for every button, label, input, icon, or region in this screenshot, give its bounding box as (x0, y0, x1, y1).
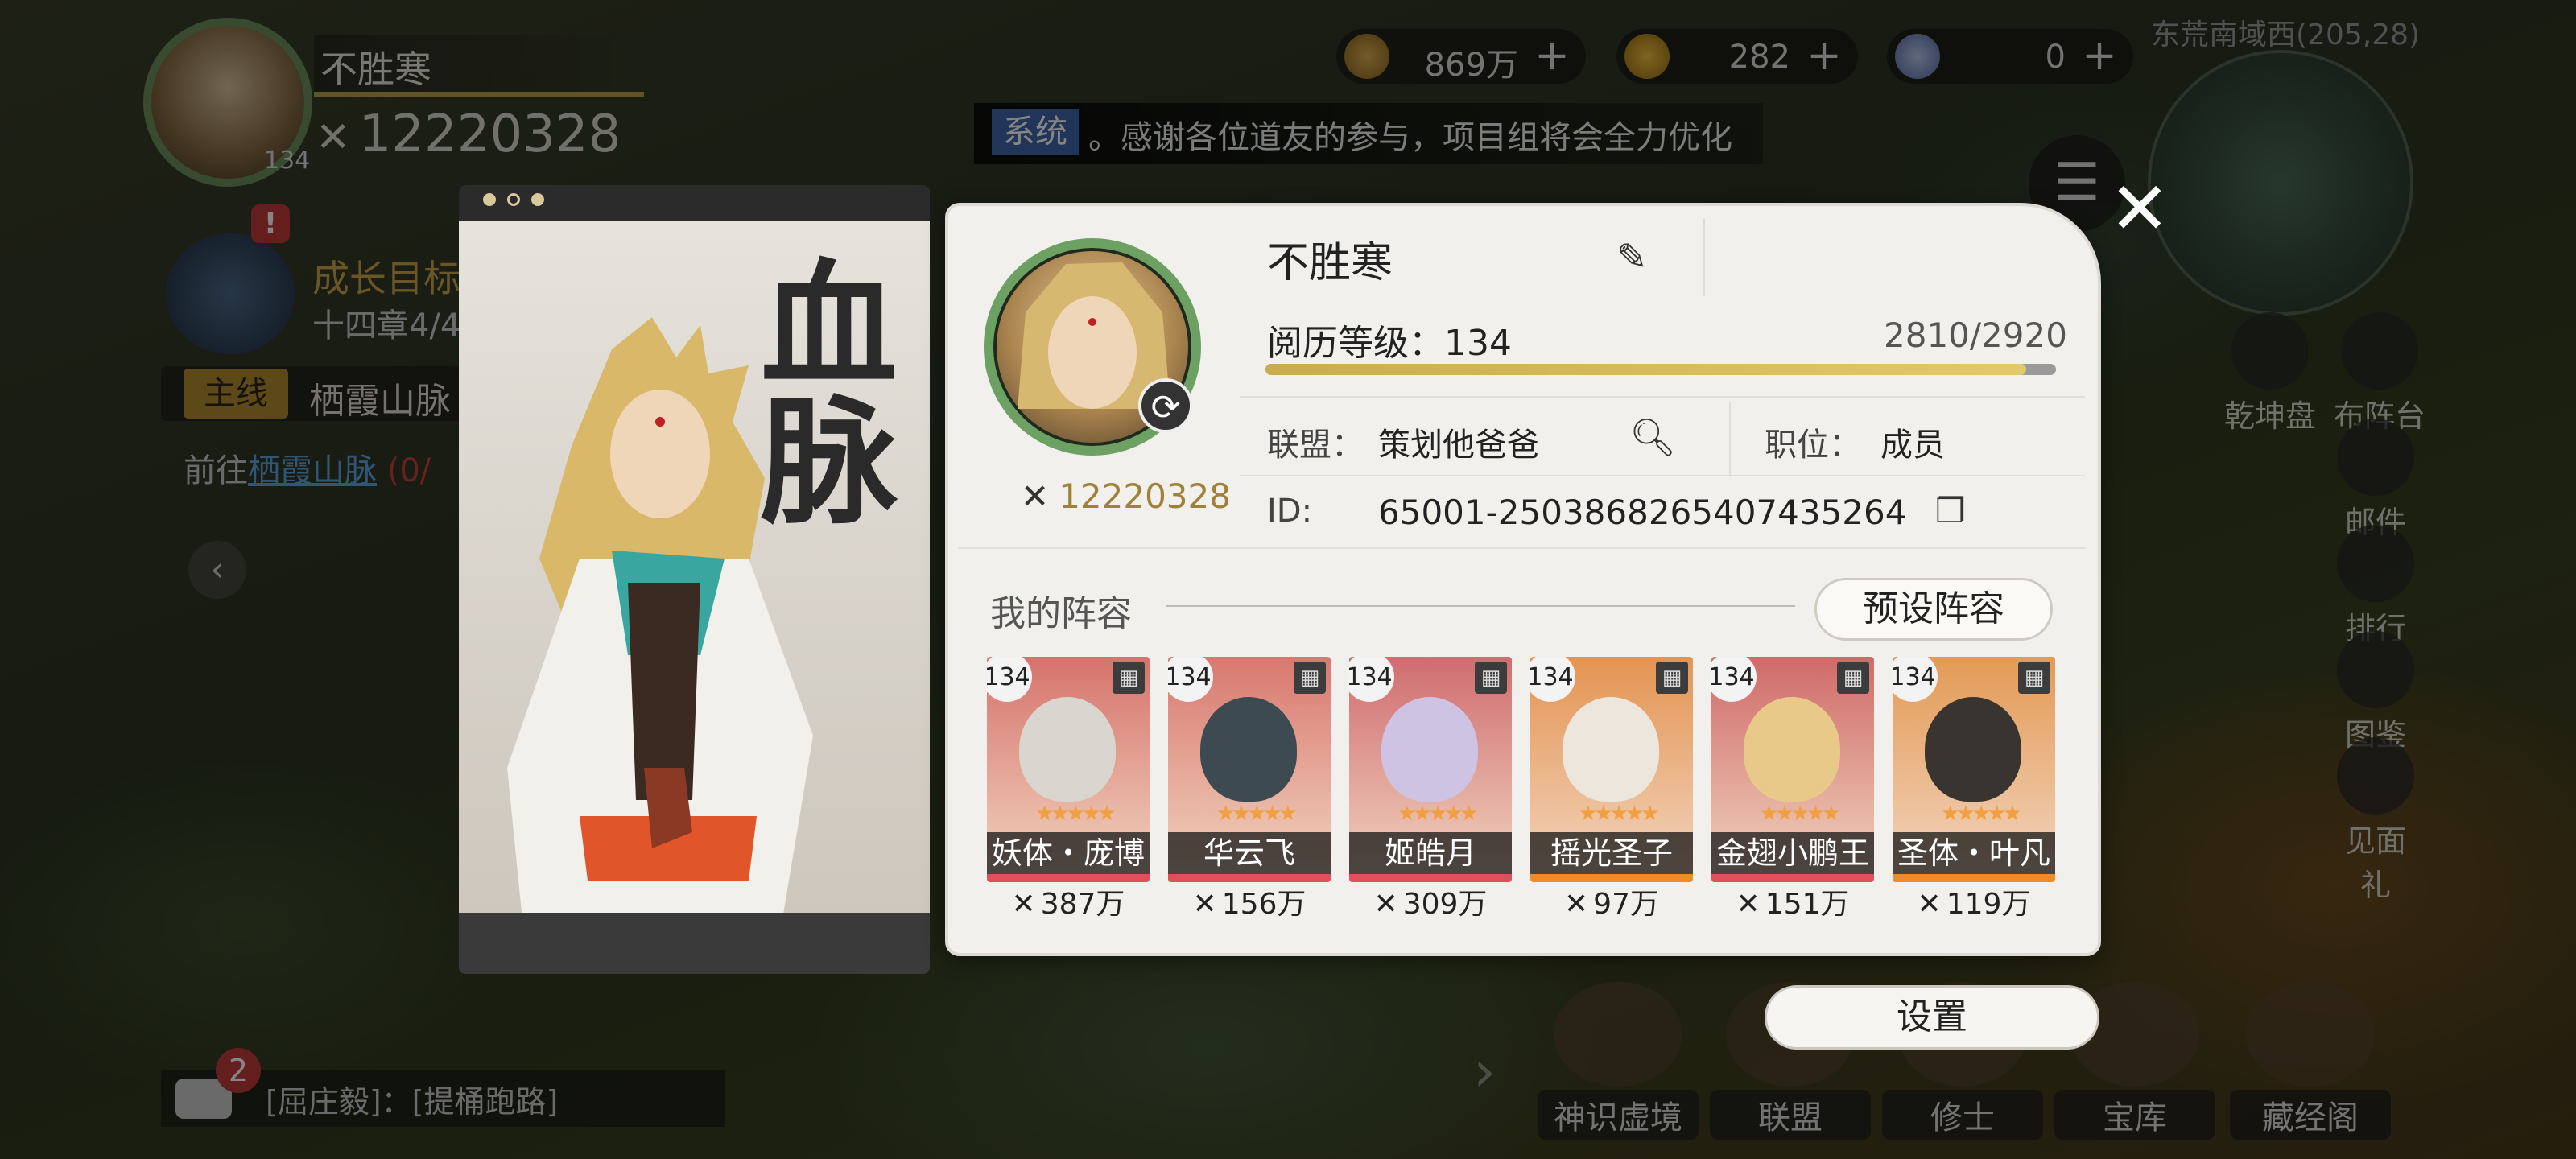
hero-name: 妖体・庞博 (987, 832, 1150, 874)
hero-portrait (1563, 697, 1659, 802)
player-id-label: ID: (1267, 493, 1313, 530)
hero-name: 华云飞 (1168, 832, 1331, 874)
settings-button[interactable]: 设置 (1765, 985, 2099, 1050)
hero-portrait (1019, 697, 1116, 802)
portrait-footer (459, 913, 930, 974)
crossed-swords-icon: ✕ (1373, 888, 1398, 921)
preset-lineup-button[interactable]: 预设阵容 (1814, 578, 2053, 641)
character-illustration: 血脉 (459, 221, 930, 913)
search-icon[interactable]: 🔍︎ (1629, 415, 1676, 460)
hero-class-icon: ▦ (1113, 662, 1145, 694)
character-portrait-card: 血脉 (459, 185, 930, 974)
profile-power-value: 12220328 (1059, 476, 1231, 516)
experience-progress-fill (1265, 364, 2026, 375)
hero-portrait (1744, 697, 1840, 802)
profile-power: ✕ 12220328 (1021, 476, 1231, 516)
swap-avatar-icon[interactable]: ⟳ (1138, 378, 1193, 433)
crossed-swords-icon: ✕ (1011, 888, 1036, 921)
divider (958, 547, 2085, 549)
crossed-swords-icon: ✕ (1917, 888, 1942, 921)
hero-card[interactable]: ★★★★★ 134 ▦ 摇光圣子 (1530, 657, 1693, 882)
hero-portrait (1925, 697, 2021, 802)
hero-power-value: 97万 (1593, 888, 1659, 921)
hero-class-icon: ▦ (2018, 662, 2050, 694)
profile-name: 不胜寒 (1267, 239, 1393, 287)
star-rating-icon: ★★★★★ (1216, 802, 1298, 826)
hero-portrait (1381, 697, 1478, 802)
hero-card[interactable]: ★★★★★ 134 ▦ 华云飞 (1168, 657, 1331, 882)
hero-name: 圣体・叶凡 (1893, 832, 2055, 874)
star-rating-icon: ★★★★★ (1579, 802, 1660, 826)
hero-power: ✕ 387万 (987, 881, 1150, 922)
divider (1240, 475, 2085, 476)
experience-value: 2810/2920 (1884, 316, 2067, 355)
hero-name: 金翅小鹏王 (1711, 832, 1874, 874)
my-lineup-title: 我的阵容 (990, 593, 1132, 634)
hero-power-value: 309万 (1402, 888, 1488, 921)
divider (1729, 402, 1731, 475)
crossed-swords-icon: ✕ (1736, 888, 1761, 921)
hero-class-icon: ▦ (1656, 662, 1688, 694)
alliance-label: 联盟： (1267, 427, 1364, 464)
hero-name: 姬皓月 (1349, 832, 1512, 874)
position-value: 成员 (1880, 427, 1945, 464)
star-rating-icon: ★★★★★ (1397, 802, 1479, 826)
hero-card[interactable]: ★★★★★ 134 ▦ 金翅小鹏王 (1711, 657, 1874, 882)
player-id-value: 65001-2503868265407435264 (1378, 493, 1907, 532)
hero-power: ✕ 119万 (1893, 881, 2055, 922)
alliance-name: 策划他爸爸 (1378, 427, 1539, 464)
crossed-swords-icon: ✕ (1564, 888, 1589, 921)
character-figure (507, 317, 813, 913)
copy-icon[interactable]: ❐ (1935, 491, 1966, 530)
window-dots (483, 193, 555, 209)
hero-power-value: 156万 (1221, 888, 1307, 921)
hero-power-value: 387万 (1040, 888, 1125, 921)
hero-portrait (1200, 697, 1297, 802)
hero-power: ✕ 151万 (1711, 881, 1874, 922)
experience-progress-bar (1265, 364, 2056, 375)
hero-power: ✕ 97万 (1530, 881, 1693, 922)
star-rating-icon: ★★★★★ (1035, 802, 1117, 826)
divider (1240, 396, 2085, 398)
hero-power: ✕ 156万 (1168, 881, 1331, 922)
hero-card[interactable]: ★★★★★ 134 ▦ 姬皓月 (1349, 657, 1512, 882)
hero-card[interactable]: ★★★★★ 134 ▦ 圣体・叶凡 (1893, 657, 2055, 882)
hero-card[interactable]: ★★★★★ 134 ▦ 妖体・庞博 (987, 657, 1150, 882)
position-label: 职位： (1765, 427, 1861, 464)
hero-class-icon: ▦ (1475, 662, 1507, 694)
hero-power-value: 119万 (1946, 888, 2031, 921)
hero-class-icon: ▦ (1294, 662, 1326, 694)
hero-class-icon: ▦ (1837, 662, 1869, 694)
crossed-swords-icon: ✕ (1021, 476, 1050, 516)
crossed-swords-icon: ✕ (1192, 888, 1217, 921)
hero-power: ✕ 309万 (1349, 881, 1512, 922)
close-icon[interactable]: ✕ (2107, 173, 2172, 245)
hero-power-value: 151万 (1765, 888, 1850, 921)
edit-name-icon[interactable]: ✎ (1616, 235, 1648, 278)
divider (1166, 605, 1795, 607)
star-rating-icon: ★★★★★ (1941, 802, 2022, 826)
experience-level-label: 阅历等级：134 (1267, 323, 1512, 364)
star-rating-icon: ★★★★★ (1760, 802, 1841, 826)
hero-name: 摇光圣子 (1530, 832, 1693, 874)
